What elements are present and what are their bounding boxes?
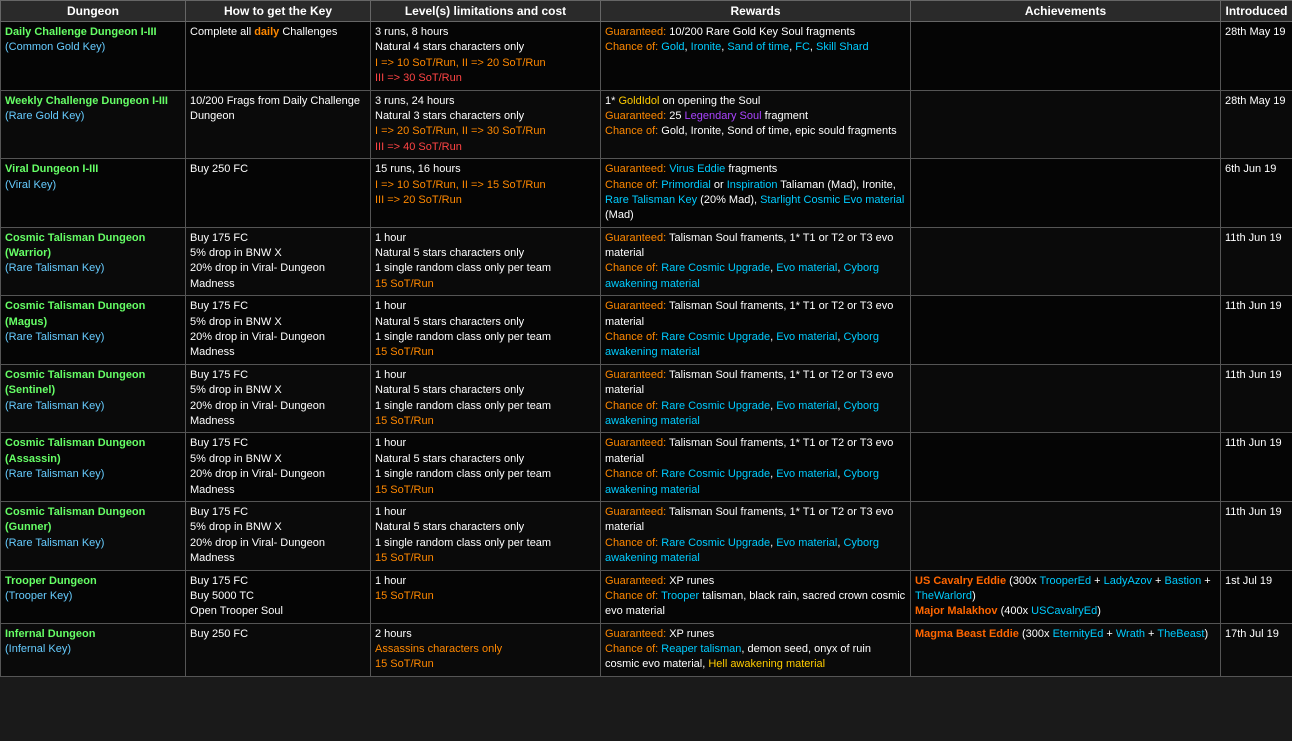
achievements-cell <box>911 22 1221 91</box>
table-row: Cosmic Talisman Dungeon (Assassin) (Rare … <box>1 433 1292 502</box>
rewards-cell: Guaranteed: 10/200 Rare Gold Key Soul fr… <box>601 22 911 91</box>
header-achievements: Achievements <box>911 1 1221 22</box>
key-label: (Rare Talisman Key) <box>5 537 104 549</box>
introduced-cell: 6th Jun 19 <box>1221 159 1292 228</box>
rewards-cell: Guaranteed: Talisman Soul framents, 1* T… <box>601 296 911 365</box>
introduced-cell: 28th May 19 <box>1221 22 1292 91</box>
key-cell: Buy 175 FC5% drop in BNW X20% drop in Vi… <box>186 501 371 570</box>
key-cell: Buy 175 FC5% drop in BNW X20% drop in Vi… <box>186 227 371 296</box>
rewards-cell: Guaranteed: XP runesChance of: Trooper t… <box>601 570 911 623</box>
table-row: Cosmic Talisman Dungeon (Sentinel) (Rare … <box>1 364 1292 433</box>
levels-cell: 1 hourNatural 5 stars characters only1 s… <box>371 296 601 365</box>
key-cell: Buy 250 FC <box>186 623 371 676</box>
table-row: Viral Dungeon I-III (Viral Key) Buy 250 F… <box>1 159 1292 228</box>
dungeon-name: Daily Challenge Dungeon I-III <box>5 26 157 38</box>
dungeon-cell: Weekly Challenge Dungeon I-III (Rare Gold… <box>1 90 186 159</box>
achievements-cell <box>911 227 1221 296</box>
rewards-cell: Guaranteed: XP runesChance of: Reaper ta… <box>601 623 911 676</box>
key-cell: Buy 175 FCBuy 5000 TCOpen Trooper Soul <box>186 570 371 623</box>
levels-cell: 15 runs, 16 hoursI => 10 SoT/Run, II => … <box>371 159 601 228</box>
key-cell: Buy 175 FC5% drop in BNW X20% drop in Vi… <box>186 364 371 433</box>
key-cell: Buy 175 FC5% drop in BNW X20% drop in Vi… <box>186 296 371 365</box>
header-key: How to get the Key <box>186 1 371 22</box>
key-cell: 10/200 Frags from Daily Challenge Dungeo… <box>186 90 371 159</box>
introduced-cell: 11th Jun 19 <box>1221 433 1292 502</box>
table-row: Infernal Dungeon (Infernal Key) Buy 250 F… <box>1 623 1292 676</box>
introduced-cell: 11th Jun 19 <box>1221 501 1292 570</box>
introduced-cell: 1st Jul 19 <box>1221 570 1292 623</box>
dungeon-cell: Cosmic Talisman Dungeon (Assassin) (Rare … <box>1 433 186 502</box>
key-label: (Infernal Key) <box>5 643 71 655</box>
dungeon-cell: Cosmic Talisman Dungeon (Sentinel) (Rare … <box>1 364 186 433</box>
introduced-cell: 28th May 19 <box>1221 90 1292 159</box>
key-label: (Rare Talisman Key) <box>5 400 104 412</box>
achievements-cell <box>911 501 1221 570</box>
achievements-cell <box>911 159 1221 228</box>
key-cell: Buy 175 FC5% drop in BNW X20% drop in Vi… <box>186 433 371 502</box>
dungeon-cell: Viral Dungeon I-III (Viral Key) <box>1 159 186 228</box>
achievements-cell <box>911 90 1221 159</box>
key-label: (Rare Talisman Key) <box>5 331 104 343</box>
levels-cell: 1 hourNatural 5 stars characters only1 s… <box>371 227 601 296</box>
dungeon-name: Cosmic Talisman Dungeon (Assassin) <box>5 437 145 464</box>
key-label: (Viral Key) <box>5 179 56 191</box>
introduced-cell: 11th Jun 19 <box>1221 364 1292 433</box>
levels-cell: 3 runs, 8 hoursNatural 4 stars character… <box>371 22 601 91</box>
levels-cell: 3 runs, 24 hoursNatural 3 stars characte… <box>371 90 601 159</box>
rewards-cell: Guaranteed: Talisman Soul framents, 1* T… <box>601 364 911 433</box>
key-label: (Rare Talisman Key) <box>5 262 104 274</box>
rewards-cell: 1* GoldIdol on opening the SoulGuarantee… <box>601 90 911 159</box>
dungeon-name: Trooper Dungeon <box>5 575 97 587</box>
levels-cell: 1 hour15 SoT/Run <box>371 570 601 623</box>
table-row: Cosmic Talisman Dungeon (Gunner) (Rare Ta… <box>1 501 1292 570</box>
rewards-cell: Guaranteed: Virus Eddie fragmentsChance … <box>601 159 911 228</box>
dungeon-cell: Cosmic Talisman Dungeon (Magus) (Rare Tal… <box>1 296 186 365</box>
achievements-cell <box>911 296 1221 365</box>
levels-cell: 1 hourNatural 5 stars characters only1 s… <box>371 501 601 570</box>
header-levels: Level(s) limitations and cost <box>371 1 601 22</box>
dungeon-cell: Trooper Dungeon (Trooper Key) <box>1 570 186 623</box>
dungeon-cell: Cosmic Talisman Dungeon (Gunner) (Rare Ta… <box>1 501 186 570</box>
table-row: Weekly Challenge Dungeon I-III (Rare Gold… <box>1 90 1292 159</box>
dungeon-name: Viral Dungeon I-III <box>5 163 98 175</box>
dungeon-name: Cosmic Talisman Dungeon (Warrior) <box>5 232 145 259</box>
key-label: (Rare Gold Key) <box>5 110 84 122</box>
key-cell: Complete all daily Challenges <box>186 22 371 91</box>
levels-cell: 1 hourNatural 5 stars characters only1 s… <box>371 433 601 502</box>
dungeon-name: Weekly Challenge Dungeon I-III <box>5 95 168 107</box>
table-row: Cosmic Talisman Dungeon (Magus) (Rare Tal… <box>1 296 1292 365</box>
dungeon-cell: Daily Challenge Dungeon I-III (Common Gol… <box>1 22 186 91</box>
header-rewards: Rewards <box>601 1 911 22</box>
key-cell: Buy 250 FC <box>186 159 371 228</box>
table-row: Daily Challenge Dungeon I-III (Common Gol… <box>1 22 1292 91</box>
dungeon-name: Cosmic Talisman Dungeon (Gunner) <box>5 506 145 533</box>
achievements-cell <box>911 364 1221 433</box>
achievements-cell: US Cavalry Eddie (300x TrooperEd + LadyA… <box>911 570 1221 623</box>
introduced-cell: 11th Jun 19 <box>1221 296 1292 365</box>
header-dungeon: Dungeon <box>1 1 186 22</box>
introduced-cell: 11th Jun 19 <box>1221 227 1292 296</box>
dungeon-table: Dungeon How to get the Key Level(s) limi… <box>0 0 1292 677</box>
dungeon-name: Cosmic Talisman Dungeon (Sentinel) <box>5 369 145 396</box>
achievements-cell: Magma Beast Eddie (300x EternityEd + Wra… <box>911 623 1221 676</box>
introduced-cell: 17th Jul 19 <box>1221 623 1292 676</box>
rewards-cell: Guaranteed: Talisman Soul framents, 1* T… <box>601 227 911 296</box>
levels-cell: 2 hoursAssassins characters only15 SoT/R… <box>371 623 601 676</box>
table-row: Cosmic Talisman Dungeon (Warrior) (Rare T… <box>1 227 1292 296</box>
levels-cell: 1 hourNatural 5 stars characters only1 s… <box>371 364 601 433</box>
header-introduced: Introduced <box>1221 1 1292 22</box>
key-label: (Rare Talisman Key) <box>5 468 104 480</box>
key-label: (Trooper Key) <box>5 590 72 602</box>
dungeon-cell: Cosmic Talisman Dungeon (Warrior) (Rare T… <box>1 227 186 296</box>
key-label: (Common Gold Key) <box>5 41 105 53</box>
achievements-cell <box>911 433 1221 502</box>
table-row: Trooper Dungeon (Trooper Key) Buy 175 FCB… <box>1 570 1292 623</box>
dungeon-name: Cosmic Talisman Dungeon (Magus) <box>5 300 145 327</box>
rewards-cell: Guaranteed: Talisman Soul framents, 1* T… <box>601 433 911 502</box>
rewards-cell: Guaranteed: Talisman Soul framents, 1* T… <box>601 501 911 570</box>
dungeon-cell: Infernal Dungeon (Infernal Key) <box>1 623 186 676</box>
dungeon-name: Infernal Dungeon <box>5 628 95 640</box>
